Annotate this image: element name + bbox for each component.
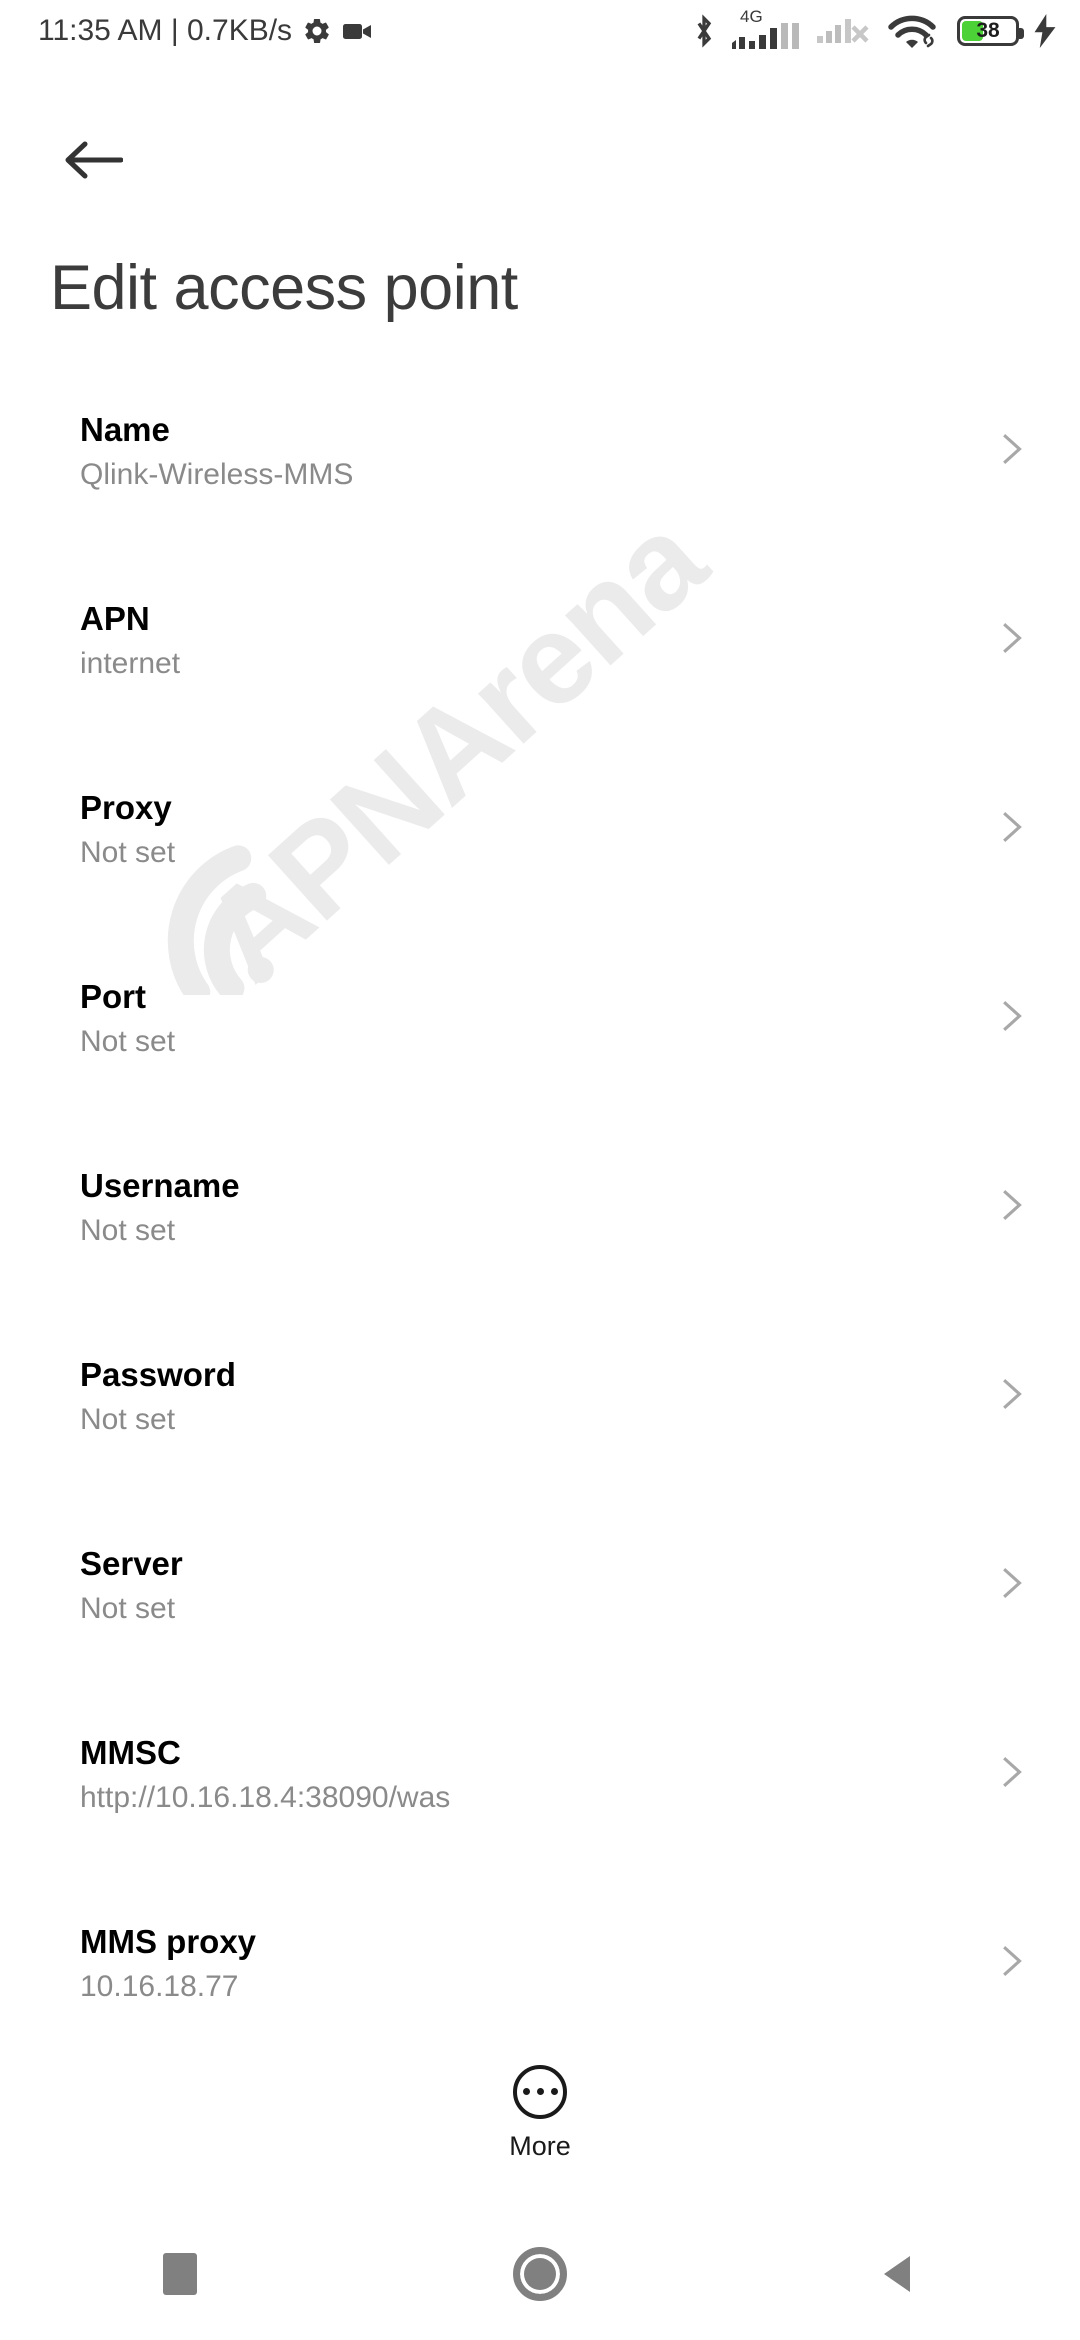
arrow-left-icon — [65, 141, 123, 179]
chevron-right-icon — [1003, 1379, 1022, 1409]
square-icon — [163, 2253, 197, 2295]
list-item-proxy[interactable]: Proxy Not set — [0, 784, 1080, 973]
phone-screen: APNArena 11:35 AM | 0.7KB/s 4G 38 Edit a… — [0, 0, 1080, 2340]
chevron-right-icon — [1003, 812, 1022, 842]
signal-bars-no-service-icon — [817, 19, 869, 43]
chevron-right-icon — [1003, 434, 1022, 464]
chevron-right-icon — [1003, 1001, 1022, 1031]
field-value: Not set — [80, 1025, 176, 1058]
access-point-field-list: Name Qlink-Wireless-MMS APN internet Pro… — [0, 406, 1080, 2107]
video-camera-icon — [343, 24, 372, 39]
list-item-username[interactable]: Username Not set — [0, 1162, 1080, 1351]
more-circle-icon[interactable] — [513, 2064, 567, 2119]
field-value: Not set — [80, 1403, 176, 1436]
field-label: Proxy — [80, 789, 172, 826]
field-label: Password — [80, 1356, 236, 1393]
status-bar-left: 11:35 AM | 0.7KB/s — [38, 14, 374, 48]
more-label: More — [509, 2130, 571, 2161]
field-label: Username — [80, 1167, 240, 1204]
status-bar: 11:35 AM | 0.7KB/s 4G 38 — [0, 0, 1080, 62]
chevron-right-icon — [1003, 1190, 1022, 1220]
battery-icon: 38 — [957, 16, 1024, 46]
chevron-right-icon — [1003, 1568, 1022, 1598]
field-value: Qlink-Wireless-MMS — [80, 458, 354, 491]
list-item-mmsc[interactable]: MMSC http://10.16.18.4:38090/was — [0, 1729, 1080, 1918]
battery-level-label: 38 — [976, 19, 1000, 42]
list-item-port[interactable]: Port Not set — [0, 973, 1080, 1162]
field-value: Not set — [80, 1214, 176, 1247]
field-value: internet — [80, 647, 181, 680]
nav-back-button[interactable] — [720, 2208, 1080, 2340]
circle-icon — [513, 2247, 567, 2301]
field-value: http://10.16.18.4:38090/was — [80, 1781, 451, 1814]
status-bar-right: 4G 38 — [691, 0, 1058, 62]
back-button[interactable] — [54, 120, 134, 200]
status-clock-and-netspeed: 11:35 AM | 0.7KB/s — [38, 14, 293, 47]
field-value: Not set — [80, 836, 176, 869]
field-label: Name — [80, 411, 170, 448]
list-item-server[interactable]: Server Not set — [0, 1540, 1080, 1729]
field-label: Port — [80, 978, 146, 1015]
field-value: Not set — [80, 1592, 176, 1625]
list-item-name[interactable]: Name Qlink-Wireless-MMS — [0, 406, 1080, 595]
wifi-group — [888, 11, 944, 51]
field-label: MMSC — [80, 1734, 181, 1771]
list-item-apn[interactable]: APN internet — [0, 595, 1080, 784]
signal-sim1-group: 4G — [730, 7, 804, 51]
more-bar[interactable]: More — [0, 2018, 1080, 2208]
field-value: 10.16.18.77 — [80, 1970, 239, 2003]
field-label: Server — [80, 1545, 183, 1582]
link-icon — [923, 33, 934, 48]
more-dot — [550, 2088, 558, 2095]
field-label: APN — [80, 600, 150, 637]
bluetooth-icon — [697, 14, 712, 48]
more-dot — [522, 2088, 530, 2095]
system-navigation-bar — [0, 2208, 1080, 2340]
chevron-right-icon — [1003, 1757, 1022, 1787]
list-item-password[interactable]: Password Not set — [0, 1351, 1080, 1540]
charging-bolt-icon — [1034, 14, 1056, 48]
page-title: Edit access point — [50, 253, 518, 323]
more-dot — [536, 2088, 544, 2095]
chevron-right-icon — [1003, 623, 1022, 653]
chevron-right-icon — [1003, 1946, 1022, 1976]
nav-recents-button[interactable] — [0, 2208, 360, 2340]
gear-icon — [305, 18, 329, 44]
signal-bars-icon — [732, 23, 799, 49]
nav-home-button[interactable] — [360, 2208, 720, 2340]
field-label: MMS proxy — [80, 1923, 257, 1960]
triangle-left-icon — [884, 2256, 910, 2292]
